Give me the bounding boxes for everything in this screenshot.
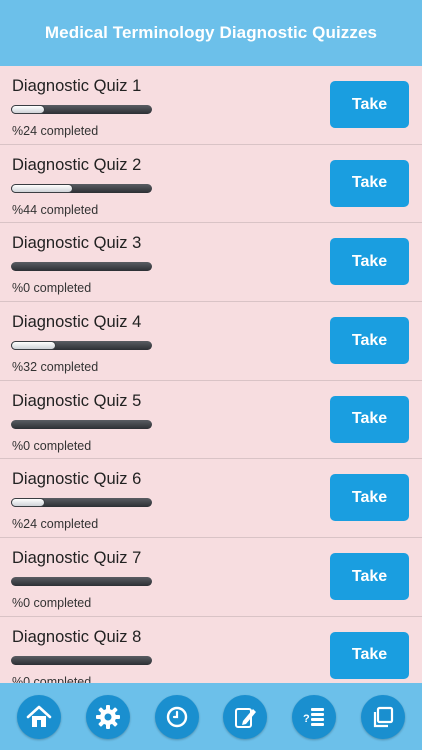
app-header: Medical Terminology Diagnostic Quizzes xyxy=(0,0,422,66)
list-item: Diagnostic Quiz 3 %0 completed Take xyxy=(0,223,422,303)
list-item: Diagnostic Quiz 7 %0 completed Take xyxy=(0,538,422,617)
progress-fill xyxy=(11,183,74,193)
quiz-status: %0 completed xyxy=(12,674,92,683)
quiz-title: Diagnostic Quiz 2 xyxy=(12,155,142,174)
list-item: Diagnostic Quiz 1 %24 completed Take xyxy=(0,66,422,145)
progress-bar xyxy=(11,105,152,114)
take-button[interactable]: Take xyxy=(330,81,409,128)
quiz-title: Diagnostic Quiz 4 xyxy=(12,313,142,332)
progress-bar xyxy=(11,655,152,665)
list-item: Diagnostic Quiz 2 %44 completed Take xyxy=(0,145,422,224)
progress-bar xyxy=(11,341,152,351)
progress-bar xyxy=(11,577,152,587)
take-button[interactable]: Take xyxy=(330,238,409,286)
tab-quizzes[interactable]: ? xyxy=(291,694,336,739)
quiz-title: Diagnostic Quiz 6 xyxy=(12,470,142,489)
progress-fill xyxy=(11,105,45,114)
copy-icon xyxy=(373,706,393,727)
quiz-title: Diagnostic Quiz 8 xyxy=(12,627,142,646)
tab-history[interactable] xyxy=(154,694,199,739)
take-button[interactable]: Take xyxy=(330,474,409,522)
progress-fill xyxy=(11,498,45,508)
tab-notes[interactable] xyxy=(223,694,268,739)
quiz-title: Diagnostic Quiz 1 xyxy=(12,77,142,95)
tab-home[interactable] xyxy=(17,694,62,739)
take-button[interactable]: Take xyxy=(330,317,409,365)
clock-icon xyxy=(166,706,187,727)
list-item: Diagnostic Quiz 5 %0 completed Take xyxy=(0,381,422,460)
quiz-status: %0 completed xyxy=(12,438,92,453)
progress-fill xyxy=(11,341,57,351)
quiz-title: Diagnostic Quiz 3 xyxy=(12,234,142,253)
list-item: Diagnostic Quiz 4 %32 completed Take xyxy=(0,302,422,381)
gear-icon xyxy=(95,704,120,729)
svg-text:?: ? xyxy=(303,713,310,725)
home-icon xyxy=(27,705,52,727)
quiz-status: %44 completed xyxy=(12,202,99,217)
take-button[interactable]: Take xyxy=(330,553,409,601)
progress-bar xyxy=(11,419,152,429)
progress-bar xyxy=(11,262,152,272)
progress-bar xyxy=(11,183,152,193)
quiz-list-icon: ? xyxy=(303,707,324,726)
quiz-status: %24 completed xyxy=(12,517,99,532)
edit-icon xyxy=(235,707,257,728)
page-title: Medical Terminology Diagnostic Quizzes xyxy=(44,23,378,42)
quiz-status: %32 completed xyxy=(12,360,99,375)
tab-settings[interactable] xyxy=(85,694,130,739)
take-button[interactable]: Take xyxy=(330,395,409,443)
take-button[interactable]: Take xyxy=(330,631,409,679)
tab-bar: ? xyxy=(0,683,422,750)
progress-bar xyxy=(11,498,152,508)
quiz-status: %0 completed xyxy=(12,596,92,611)
quiz-status: %0 completed xyxy=(12,281,92,296)
quiz-list[interactable]: Diagnostic Quiz 1 %24 completed Take Dia… xyxy=(0,66,422,683)
quiz-status: %24 completed xyxy=(12,124,99,138)
list-item: Diagnostic Quiz 6 %24 completed Take xyxy=(0,459,422,539)
quiz-title: Diagnostic Quiz 5 xyxy=(12,391,142,410)
list-item: Diagnostic Quiz 8 %0 completed Take xyxy=(0,617,422,683)
take-button[interactable]: Take xyxy=(330,159,409,207)
tab-more[interactable] xyxy=(360,694,405,739)
quiz-title: Diagnostic Quiz 7 xyxy=(12,549,142,568)
